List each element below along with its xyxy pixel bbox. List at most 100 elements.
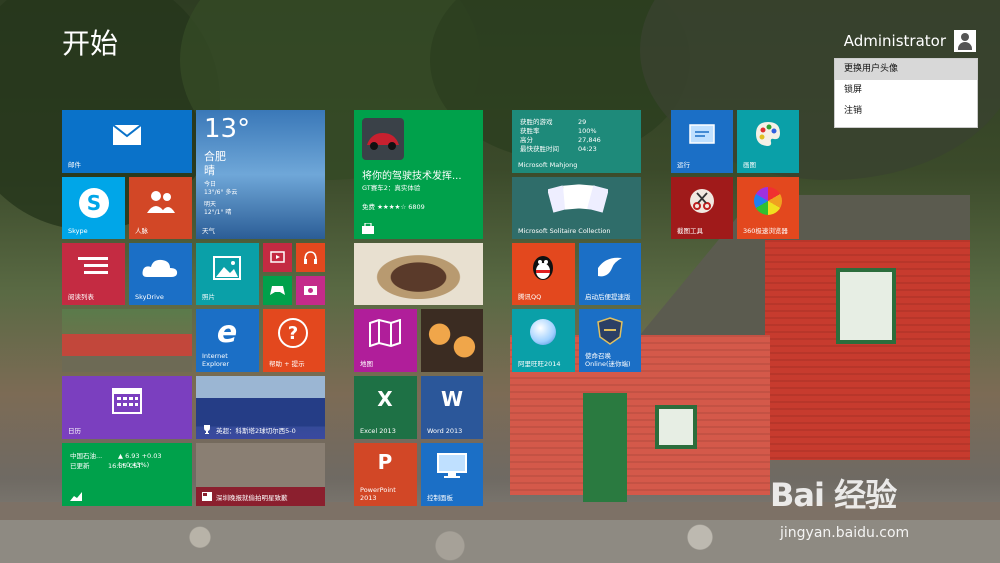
weather-condition: 晴 [204,164,215,177]
mahjong-stat-label: 最快获胜时间 [520,145,559,153]
user-menu: 更换用户头像 锁屏 注销 [834,58,978,128]
tile-snipping[interactable]: 截图工具 [671,177,733,239]
bird-icon [596,254,624,280]
tile-run[interactable]: 运行 [671,110,733,173]
chart-icon [70,491,82,501]
menu-change-avatar[interactable]: 更换用户头像 [835,59,977,80]
tile-paint[interactable]: 画图 [737,110,799,173]
tile-photo-preview[interactable] [62,309,192,372]
powerpoint-icon: P [377,450,393,474]
tile-help[interactable]: ? 帮助 + 提示 [263,309,325,372]
mahjong-stat-value: 100% [578,127,597,135]
tile-wangwang-label: 阿里旺旺2014 [518,360,561,368]
tile-control-panel[interactable]: 控制面板 [421,443,483,506]
tile-finance[interactable]: 中国石油... ▲ 6.93 +0.03 (+0.43%) 已更新 16:55 … [62,443,192,506]
tile-wangwang[interactable]: 阿里旺旺2014 [512,309,575,372]
map-icon [369,319,401,347]
user-name: Administrator [843,32,946,50]
tile-weather[interactable]: 13° 合肥 晴 今日 13°/6° 多云 明天 12°/1° 晴 天气 [196,110,325,239]
tile-news[interactable]: 深圳晚报就偷拍明星致歉 [196,443,325,506]
finance-status: 已更新 [70,462,90,470]
tile-ie[interactable]: e Internet Explorer [196,309,259,372]
tile-games[interactable] [263,276,292,305]
mahjong-stat-value: 29 [578,118,587,126]
store-icon [362,223,374,234]
word-icon: W [440,387,464,411]
ie-icon: e [216,314,238,350]
browser-360-icon [754,187,782,215]
tile-sports-label: 英超：科斯塔2球切尔西5-0 [216,427,296,435]
tile-maps[interactable]: 地图 [354,309,417,372]
tile-speedup[interactable]: 启动后便提速版 [579,243,641,305]
mahjong-stat-label: 高分 [520,136,533,144]
tile-online-game[interactable]: 使命召唤Online(迷你端) [579,309,641,372]
headphones-icon [303,250,318,264]
tile-online-game-label: 使命召唤Online(迷你端) [585,352,631,368]
tile-excel[interactable]: X Excel 2013 [354,376,417,439]
menu-lock[interactable]: 锁屏 [835,80,977,101]
gamepad-icon [269,284,286,297]
tile-video[interactable] [263,243,292,272]
tile-sports[interactable]: 英超：科斯塔2球切尔西5-0 [196,376,325,439]
cloud-icon [141,257,179,279]
finance-time: 16:55 CST [108,462,142,470]
tile-control-panel-label: 控制面板 [427,494,453,502]
tile-calendar[interactable]: 日历 [62,376,192,439]
tile-photos-label: 照片 [202,293,215,301]
store-game: GT赛车2：真实体验 [362,184,421,192]
photos-icon [213,256,241,280]
tile-food-photo[interactable] [354,243,483,305]
tile-snipping-label: 截图工具 [677,227,703,235]
tile-reading-list-label: 阅读列表 [68,293,94,301]
tile-360-browser[interactable]: 360极速浏览器 [737,177,799,239]
scissors-icon [688,187,716,215]
sushi-photo [421,309,483,372]
trophy-icon [202,424,212,434]
tile-powerpoint[interactable]: P PowerPoint 2013 [354,443,417,506]
user-avatar-icon[interactable] [954,30,976,52]
tile-sushi-photo[interactable] [421,309,483,372]
menu-signout[interactable]: 注销 [835,101,977,122]
tile-people[interactable]: 人脉 [129,177,192,239]
excel-icon: X [377,387,393,411]
store-app-icon [362,118,404,160]
tile-camera[interactable] [296,276,325,305]
tile-skype[interactable]: S Skype [62,177,125,239]
food-photo [354,243,483,305]
tile-reading-list[interactable]: 阅读列表 [62,243,125,305]
tile-mahjong-label: Microsoft Mahjong [518,161,578,169]
watermark-brand: Bai 经验 [770,476,897,514]
tile-excel-label: Excel 2013 [360,427,396,435]
tile-speedup-label: 启动后便提速版 [585,293,631,301]
tile-qq[interactable]: 腾讯QQ [512,243,575,305]
tile-solitaire[interactable]: Microsoft Solitaire Collection [512,177,641,239]
tile-ie-label: Internet Explorer [202,352,230,368]
tile-music[interactable] [296,243,325,272]
skype-icon: S [79,188,109,218]
tile-skydrive[interactable]: SkyDrive [129,243,192,305]
start-title: 开始 [62,27,119,60]
store-rating: 免费 ★★★★☆ 6809 [362,203,425,211]
calendar-icon [112,388,142,414]
tile-word[interactable]: W Word 2013 [421,376,483,439]
tile-photos[interactable]: 照片 [196,243,259,305]
cards-icon [548,183,608,219]
tile-run-label: 运行 [677,161,690,169]
mahjong-stat-value: 27,846 [578,136,601,144]
store-headline: 将你的驾驶技术发挥... [362,171,462,182]
tile-store[interactable]: 将你的驾驶技术发挥... GT赛车2：真实体验 免费 ★★★★☆ 6809 [354,110,483,239]
user-account[interactable]: Administrator [844,30,976,52]
tile-qq-label: 腾讯QQ [518,293,542,301]
watermark-url: jingyan.baidu.com [780,525,910,541]
run-icon [689,124,715,144]
palette-icon [754,120,782,148]
camera-icon [303,284,318,296]
control-panel-icon [437,453,467,479]
tile-mail[interactable]: 邮件 [62,110,192,173]
news-icon [202,492,212,501]
mahjong-stat-label: 获胜的游戏 [520,118,553,126]
qq-penguin-icon [531,253,555,281]
tile-mahjong[interactable]: 获胜的游戏 29 获胜率 100% 高分 27,846 最快获胜时间 04:23 Mic… [512,110,641,173]
weather-today: 13°/6° 多云 [204,189,238,196]
mail-icon [112,124,142,146]
